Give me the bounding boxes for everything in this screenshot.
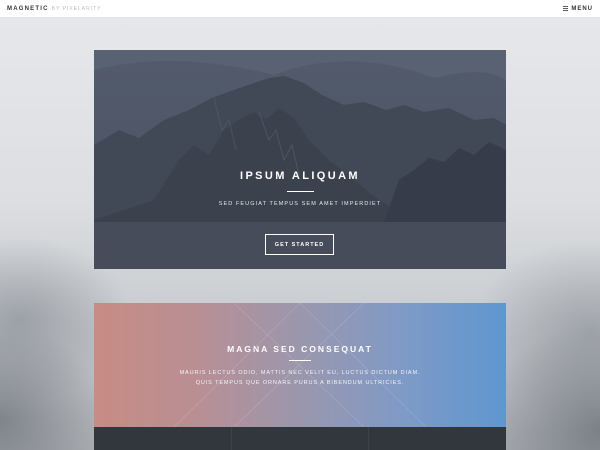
strip-cell <box>232 427 370 450</box>
diagonal-lines-pattern <box>173 303 427 427</box>
feature-title: MAGNA SED CONSEQUAT <box>227 344 373 354</box>
strip-cell <box>94 427 232 450</box>
banner-subtitle: SED FEUGIAT TEMPUS SEM AMET IMPERDIET <box>218 201 382 207</box>
banner-title: IPSUM ALIQUAM <box>239 170 360 182</box>
feature-text: MAURIS LECTUS ODIO, MATTIS NEC VELIT EU,… <box>179 370 421 386</box>
logo-byline: BY PIXELARITY <box>51 5 102 12</box>
banner-divider <box>287 191 314 192</box>
logo-text: MAGNETIC <box>7 5 49 12</box>
feature-section: MAGNA SED CONSEQUAT MAURIS LECTUS ODIO, … <box>94 303 506 427</box>
menu-label: MENU <box>571 5 593 12</box>
dark-strip <box>94 427 506 450</box>
hamburger-icon <box>563 6 569 11</box>
logo[interactable]: MAGNETIC BY PIXELARITY <box>7 6 101 12</box>
top-bar: MAGNETIC BY PIXELARITY MENU <box>0 0 600 18</box>
get-started-button[interactable]: GET STARTED <box>265 234 334 255</box>
feature-divider <box>289 360 311 361</box>
strip-cell <box>369 427 506 450</box>
menu-button[interactable]: MENU <box>563 6 593 12</box>
banner: IPSUM ALIQUAM SED FEUGIAT TEMPUS SEM AME… <box>94 50 506 269</box>
